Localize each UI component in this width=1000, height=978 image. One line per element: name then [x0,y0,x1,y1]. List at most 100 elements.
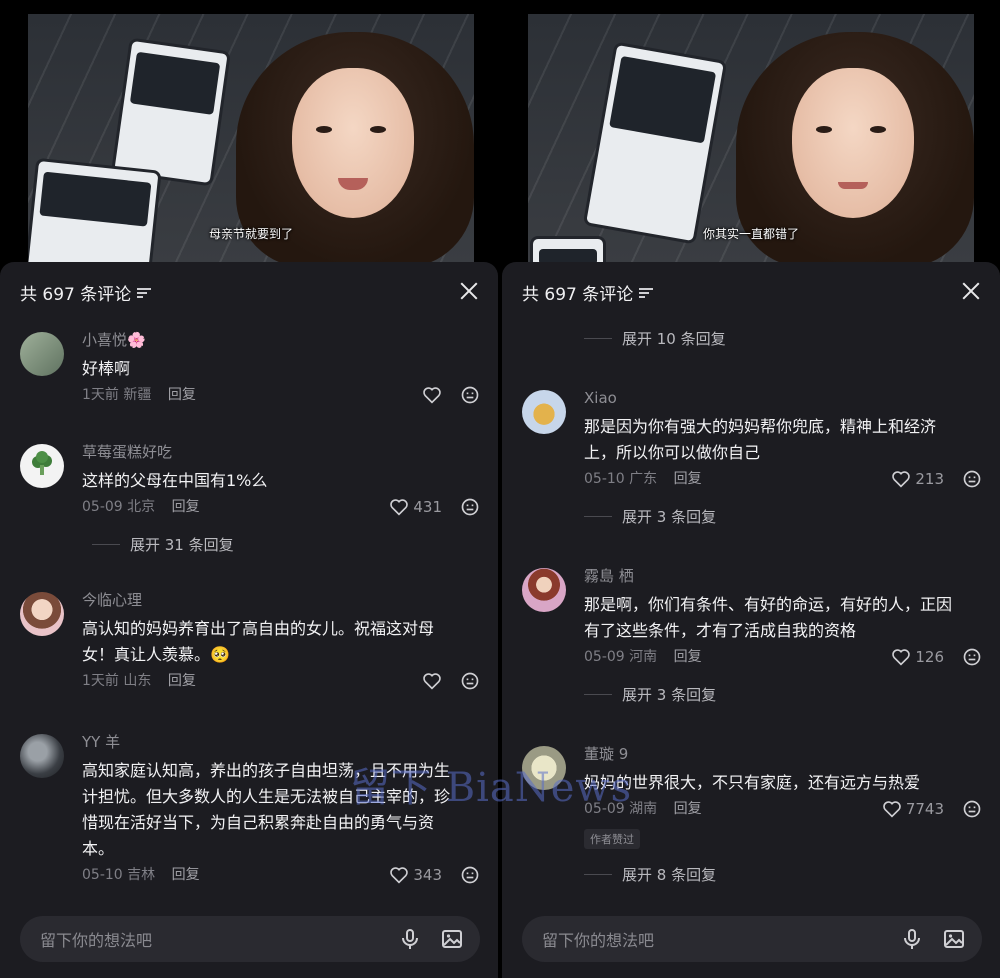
reply-button[interactable]: 回复 [674,649,702,665]
comment-input-placeholder: 留下你的想法吧 [542,931,655,950]
comment-text: 那是啊，你们有条件、有好的命运，有好的人，正因有了这些条件，才有了活成自我的资格 [584,595,953,640]
comment-meta: 1天前 新疆 回复 [82,384,480,406]
comment-location: 山东 [123,673,152,689]
heart-icon [892,649,911,666]
like-button[interactable] [422,672,442,690]
heart-icon [883,801,901,818]
comment-author[interactable]: 董璇 9 [584,742,982,766]
comment-time: 05-09 [584,649,625,665]
video-player[interactable]: 你其实一直都错了 [528,14,974,264]
dislike-icon[interactable] [962,469,982,489]
dislike-icon[interactable] [460,385,480,405]
comment-count-header[interactable]: 共 697 条评论 [20,280,152,305]
comment-sheet: 共 697 条评论 小喜悦🌸 好棒啊 1天前 新疆 回复 草莓蛋糕好吃 这样的父… [0,262,498,978]
comment-author[interactable]: YY 羊 [82,730,480,754]
microphone-icon[interactable] [900,927,924,951]
comment-meta: 05-09 河南 回复 126 [584,646,982,668]
comment-text: 这样的父母在中国有1%么 [82,471,268,490]
comment-author[interactable]: Xiao [584,386,982,410]
avatar[interactable] [20,592,64,636]
expand-replies-button[interactable]: 展开 31 条回复 [92,534,234,555]
image-icon[interactable] [942,927,966,951]
heart-icon [390,499,409,516]
expand-replies-button[interactable]: 展开 3 条回复 [584,684,716,705]
dislike-icon[interactable] [460,497,480,517]
expand-replies-label: 展开 8 条回复 [622,866,717,884]
expand-replies-label: 展开 3 条回复 [622,686,717,704]
comment-sheet: 共 697 条评论 展开 10 条回复 Xiao 那是因为你有强大的妈妈帮你兜底… [502,262,1000,978]
avatar[interactable] [522,390,566,434]
comment-input-placeholder: 留下你的想法吧 [40,931,153,950]
comment-meta: 05-09 北京 回复 431 [82,496,480,518]
image-icon[interactable] [440,927,464,951]
comment-time: 1天前 [82,673,119,689]
comment-location: 湖南 [629,801,658,817]
like-button[interactable]: 431 [389,496,442,518]
filter-icon[interactable] [137,287,152,299]
dislike-icon[interactable] [460,865,480,885]
microphone-icon[interactable] [398,927,422,951]
comment-time: 05-09 [584,801,625,817]
comment-author[interactable]: 小喜悦🌸 [82,328,480,352]
avatar[interactable] [522,568,566,612]
like-count: 431 [413,498,442,516]
comment-input[interactable]: 留下你的想法吧 [20,916,480,962]
heart-icon [423,387,441,404]
comment-meta: 05-10 广东 回复 213 [584,468,982,490]
comment-meta: 1天前 山东 回复 [82,670,480,692]
like-button[interactable]: 343 [389,864,442,886]
comment-item: 董璇 9 妈妈的世界很大，不只有家庭，还有远方与热爱 05-09 湖南 回复 7… [522,742,982,862]
dislike-icon[interactable] [962,647,982,667]
like-count: 7743 [905,800,944,818]
comment-author[interactable]: 草莓蛋糕好吃 [82,440,480,464]
comment-location: 新疆 [123,387,152,403]
comment-author[interactable]: 霧島 栖 [584,564,982,588]
comment-input[interactable]: 留下你的想法吧 [522,916,982,962]
comment-text: 高认知的妈妈养育出了高自由的女儿。祝福这对母女！真让人羡慕。🥺 [82,619,435,664]
comment-item: 小喜悦🌸 好棒啊 1天前 新疆 回复 [20,328,480,428]
comment-time: 05-10 [584,471,625,487]
reply-button[interactable]: 回复 [172,499,200,515]
dislike-icon[interactable] [460,671,480,691]
expand-replies-label: 展开 3 条回复 [622,508,717,526]
comment-location: 北京 [127,499,156,515]
video-player[interactable]: 母亲节就要到了 [28,14,474,264]
dislike-icon[interactable] [962,799,982,819]
comment-author[interactable]: 今临心理 [82,588,480,612]
expand-replies-button[interactable]: 展开 8 条回复 [584,864,716,885]
reply-button[interactable]: 回复 [674,471,702,487]
comment-count: 共 697 条评论 [522,285,634,305]
comment-location: 广东 [629,471,658,487]
like-button[interactable] [422,386,442,404]
like-count: 343 [413,866,442,884]
avatar[interactable] [20,332,64,376]
avatar[interactable] [20,734,64,778]
avatar[interactable] [522,746,566,790]
expand-replies-label: 展开 31 条回复 [130,536,234,554]
heart-icon [423,673,441,690]
like-count: 126 [915,648,944,666]
reply-button[interactable]: 回复 [172,867,200,883]
reply-button[interactable]: 回复 [168,387,196,403]
heart-icon [390,867,409,884]
like-button[interactable]: 213 [891,468,944,490]
comment-text: 高知家庭认知高，养出的孩子自由坦荡，且不用为生计担忧。但大多数人的人生是无法被自… [82,761,451,858]
expand-replies-button[interactable]: 展开 3 条回复 [584,506,716,527]
comment-location: 河南 [629,649,658,665]
comment-count-header[interactable]: 共 697 条评论 [522,280,654,305]
comment-text: 那是因为你有强大的妈妈帮你兜底，精神上和经济上，所以你可以做你自己 [584,417,937,462]
expand-replies-button[interactable]: 展开 10 条回复 [584,328,726,349]
like-button[interactable]: 126 [891,646,944,668]
avatar[interactable] [20,444,64,488]
filter-icon[interactable] [639,287,654,299]
expand-replies-label: 展开 10 条回复 [622,330,726,348]
reply-button[interactable]: 回复 [674,801,702,817]
comment-time: 05-09 [82,499,123,515]
like-button[interactable]: 7743 [882,798,944,820]
comment-count: 共 697 条评论 [20,285,132,305]
author-liked-badge: 作者赞过 [584,829,640,849]
close-icon[interactable] [960,280,982,302]
reply-button[interactable]: 回复 [168,673,196,689]
video-subtitle: 母亲节就要到了 [208,227,293,241]
close-icon[interactable] [458,280,480,302]
